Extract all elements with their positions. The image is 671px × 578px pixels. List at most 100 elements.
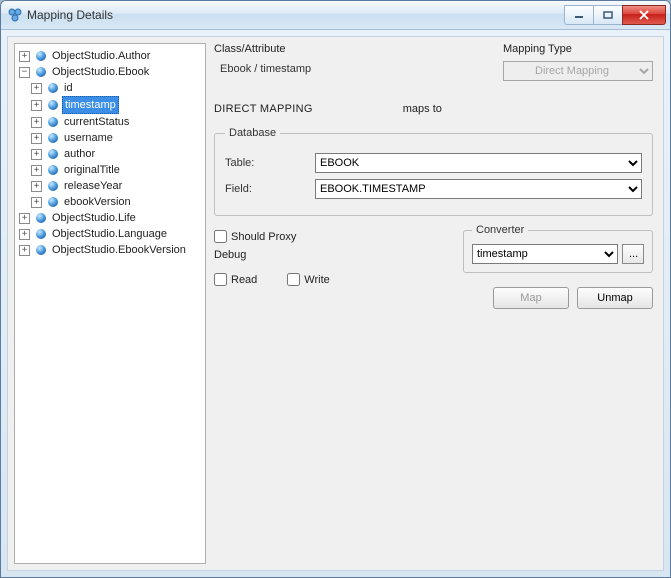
- node-orb-icon: [46, 115, 60, 129]
- window-frame: Mapping Details + ObjectStudio.Author − Obj…: [0, 0, 671, 578]
- tree-node: + releaseYear: [29, 178, 205, 194]
- tree-pane[interactable]: +ObjectStudio.Author−ObjectStudio.Ebook+…: [14, 43, 206, 564]
- node-orb-icon: [46, 179, 60, 193]
- tree-expander[interactable]: +: [31, 197, 42, 208]
- tree-row[interactable]: + username: [29, 130, 205, 146]
- minimize-button[interactable]: [564, 5, 593, 25]
- tree-row[interactable]: + ObjectStudio.Language: [17, 226, 205, 242]
- node-orb-icon: [46, 147, 60, 161]
- node-orb-icon: [34, 65, 48, 79]
- tree-row[interactable]: + releaseYear: [29, 178, 205, 194]
- tree-node-label[interactable]: ObjectStudio.Language: [50, 226, 169, 242]
- tree-node: + ebookVersion: [29, 194, 205, 210]
- tree-node-label[interactable]: id: [62, 80, 75, 96]
- mapping-type-label: Mapping Type: [503, 43, 653, 55]
- tree-expander[interactable]: +: [31, 100, 42, 111]
- node-orb-icon: [46, 163, 60, 177]
- tree-node-label[interactable]: currentStatus: [62, 114, 131, 130]
- window-title: Mapping Details: [27, 8, 564, 22]
- tree-node-label[interactable]: timestamp: [62, 96, 119, 114]
- tree-node-label[interactable]: ObjectStudio.Life: [50, 210, 138, 226]
- tree-node-label[interactable]: originalTitle: [62, 162, 122, 178]
- tree-row[interactable]: − ObjectStudio.Ebook: [17, 64, 205, 80]
- node-orb-icon: [34, 49, 48, 63]
- read-label: Read: [231, 274, 257, 286]
- tree-expander[interactable]: +: [31, 149, 42, 160]
- tree-node-label[interactable]: username: [62, 130, 115, 146]
- tree-node: + id: [29, 80, 205, 96]
- tree-expander[interactable]: +: [31, 83, 42, 94]
- tree-node-label[interactable]: ebookVersion: [62, 194, 133, 210]
- tree-node: − ObjectStudio.Ebook + id + timestamp + current…: [17, 64, 205, 210]
- map-button[interactable]: Map: [493, 287, 569, 309]
- tree-expander[interactable]: +: [31, 181, 42, 192]
- tree-expander[interactable]: +: [31, 117, 42, 128]
- class-attribute-label: Class/Attribute: [214, 43, 311, 55]
- should-proxy-label: Should Proxy: [231, 231, 296, 243]
- converter-legend: Converter: [472, 224, 528, 236]
- tree-expander[interactable]: +: [19, 213, 30, 224]
- tree-node-label[interactable]: ObjectStudio.Author: [50, 48, 152, 64]
- tree-row[interactable]: + author: [29, 146, 205, 162]
- converter-group: Converter timestamp ...: [463, 224, 653, 273]
- tree-node: + author: [29, 146, 205, 162]
- app-icon: [7, 7, 23, 23]
- database-legend: Database: [225, 127, 280, 139]
- details-pane: Class/Attribute Ebook / timestamp Mappin…: [210, 37, 663, 570]
- tree-row[interactable]: + timestamp: [29, 96, 205, 114]
- node-orb-icon: [46, 98, 60, 112]
- debug-label: Debug: [214, 249, 443, 261]
- mapping-type-select[interactable]: Direct Mapping: [503, 61, 653, 81]
- tree-node-label[interactable]: releaseYear: [62, 178, 124, 194]
- maps-to-label: maps to: [403, 103, 442, 115]
- direct-mapping-label: DIRECT MAPPING: [214, 103, 313, 115]
- tree-node: + timestamp: [29, 96, 205, 114]
- database-group: Database Table: EBOOK Field: EBOOK.TIMES…: [214, 127, 653, 216]
- tree-node: + originalTitle: [29, 162, 205, 178]
- node-orb-icon: [46, 81, 60, 95]
- tree-expander[interactable]: +: [31, 165, 42, 176]
- tree-node: + username: [29, 130, 205, 146]
- tree-node-label[interactable]: ObjectStudio.EbookVersion: [50, 242, 188, 258]
- converter-browse-button[interactable]: ...: [622, 244, 644, 264]
- unmap-button[interactable]: Unmap: [577, 287, 653, 309]
- node-orb-icon: [34, 227, 48, 241]
- tree-expander[interactable]: +: [31, 133, 42, 144]
- titlebar[interactable]: Mapping Details: [1, 1, 670, 30]
- tree-row[interactable]: + currentStatus: [29, 114, 205, 130]
- tree-row[interactable]: + id: [29, 80, 205, 96]
- read-checkbox[interactable]: [214, 273, 227, 286]
- field-select[interactable]: EBOOK.TIMESTAMP: [315, 179, 642, 199]
- close-button[interactable]: [622, 5, 666, 25]
- tree-node: + currentStatus: [29, 114, 205, 130]
- write-label: Write: [304, 274, 329, 286]
- tree-node: + ObjectStudio.Author: [17, 48, 205, 64]
- tree-expander[interactable]: +: [19, 245, 30, 256]
- tree-row[interactable]: + ObjectStudio.Life: [17, 210, 205, 226]
- field-label: Field:: [225, 183, 315, 195]
- tree-expander[interactable]: +: [19, 229, 30, 240]
- tree-node: + ObjectStudio.Life: [17, 210, 205, 226]
- tree-node-label[interactable]: ObjectStudio.Ebook: [50, 64, 151, 80]
- tree-row[interactable]: + ObjectStudio.Author: [17, 48, 205, 64]
- table-select[interactable]: EBOOK: [315, 153, 642, 173]
- tree-expander[interactable]: +: [19, 51, 30, 62]
- converter-select[interactable]: timestamp: [472, 244, 618, 264]
- tree-node: + ObjectStudio.EbookVersion: [17, 242, 205, 258]
- tree-row[interactable]: + ObjectStudio.EbookVersion: [17, 242, 205, 258]
- node-orb-icon: [34, 243, 48, 257]
- node-orb-icon: [34, 211, 48, 225]
- should-proxy-checkbox[interactable]: [214, 230, 227, 243]
- tree-row[interactable]: + originalTitle: [29, 162, 205, 178]
- class-attribute-path: Ebook / timestamp: [220, 63, 311, 75]
- node-orb-icon: [46, 195, 60, 209]
- object-tree[interactable]: +ObjectStudio.Author−ObjectStudio.Ebook+…: [15, 48, 205, 258]
- table-label: Table:: [225, 157, 315, 169]
- tree-expander[interactable]: −: [19, 67, 30, 78]
- tree-node: + ObjectStudio.Language: [17, 226, 205, 242]
- maximize-button[interactable]: [593, 5, 622, 25]
- client-area: +ObjectStudio.Author−ObjectStudio.Ebook+…: [7, 36, 664, 571]
- tree-node-label[interactable]: author: [62, 146, 97, 162]
- tree-row[interactable]: + ebookVersion: [29, 194, 205, 210]
- write-checkbox[interactable]: [287, 273, 300, 286]
